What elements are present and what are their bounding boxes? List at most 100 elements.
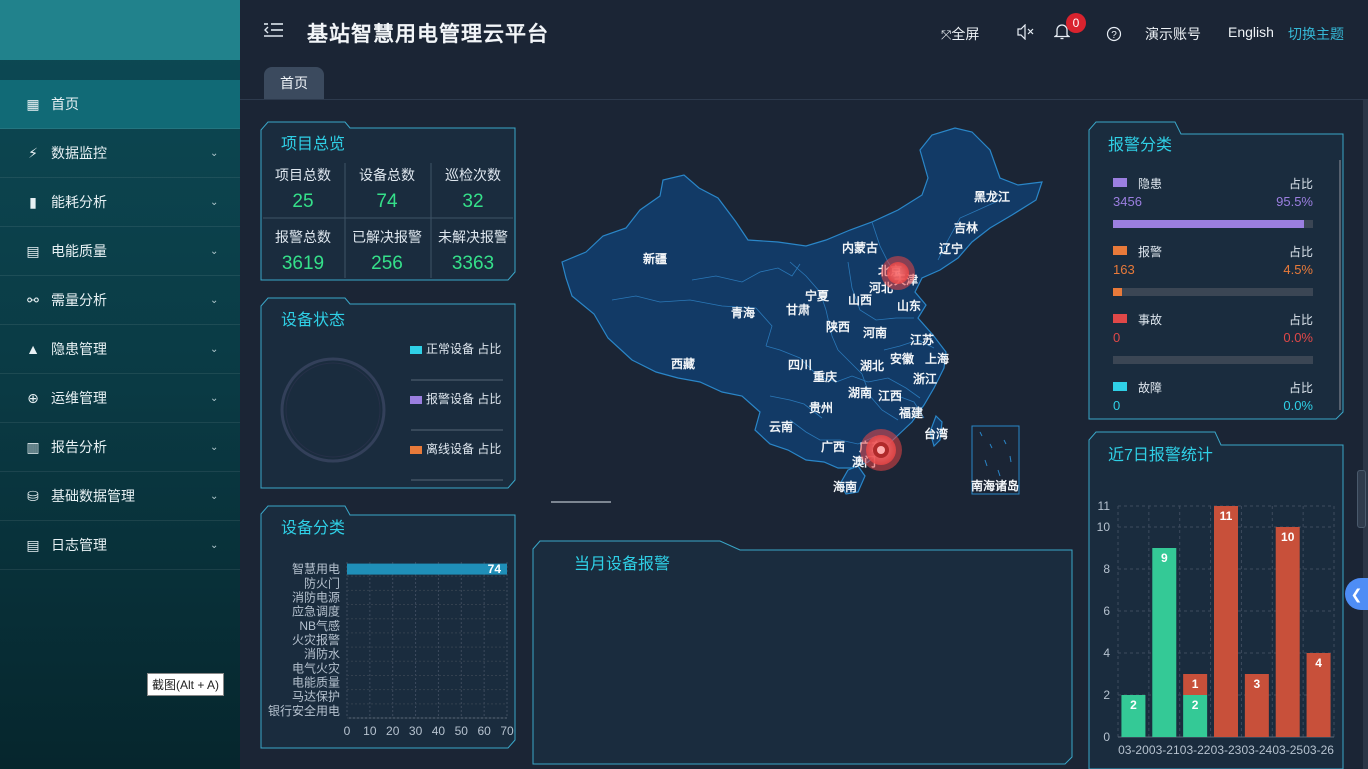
x-tick-label: 03-25 bbox=[1272, 743, 1303, 757]
bar-value-label: 9 bbox=[1161, 551, 1168, 565]
chevron-down-icon: ⌄ bbox=[210, 539, 219, 551]
sidebar-item-4[interactable]: ⚯ 需量分析 ⌄ bbox=[0, 276, 240, 325]
recent-frame bbox=[1088, 431, 1344, 769]
x-tick-label: 03-23 bbox=[1211, 743, 1242, 757]
sidebar-item-label: 运维管理 bbox=[51, 390, 107, 406]
tab-home[interactable]: 首页 bbox=[264, 67, 324, 99]
province-label: 云南 bbox=[769, 419, 793, 434]
sidebar-item-7[interactable]: ▥ 报告分析 ⌄ bbox=[0, 423, 240, 472]
stat-value: 74 bbox=[376, 191, 398, 212]
x-tick-label: 03-20 bbox=[1118, 743, 1149, 757]
province-label: 南海诸岛 bbox=[971, 478, 1019, 493]
notification-button[interactable]: 0 bbox=[1053, 13, 1086, 43]
alarm-progress-track bbox=[1113, 356, 1313, 364]
help-icon[interactable]: ? bbox=[1106, 26, 1122, 42]
stat-value: 256 bbox=[371, 253, 403, 274]
province-label: 陕西 bbox=[826, 319, 850, 334]
overview-stat: 项目总数 25 bbox=[261, 165, 345, 213]
header: 基站智慧用电管理云平台 ⤧全屏 0 ? 演示账号 English 切换主题 bbox=[240, 0, 1368, 62]
alarm-count: 0 bbox=[1113, 330, 1121, 345]
y-tick-label: 2 bbox=[1103, 688, 1110, 702]
china-map-outline bbox=[561, 127, 1043, 469]
sidebar-item-label: 需量分析 bbox=[51, 292, 107, 308]
mute-icon[interactable] bbox=[1017, 24, 1035, 40]
x-tick-label: 40 bbox=[432, 724, 446, 738]
province-label: 宁夏 bbox=[805, 288, 830, 303]
y-tick-label: 0 bbox=[1103, 730, 1110, 744]
sidebar-item-2[interactable]: ▮ 能耗分析 ⌄ bbox=[0, 178, 240, 227]
screenshot-tooltip: 截图(Alt + A) bbox=[147, 673, 225, 696]
chevron-left-icon: ❮ bbox=[1350, 586, 1363, 602]
legend-swatch bbox=[410, 445, 422, 454]
province-label: 内蒙古 bbox=[842, 240, 878, 255]
bar-value-label: 4 bbox=[1315, 656, 1322, 670]
x-tick-label: 03-21 bbox=[1149, 743, 1180, 757]
stat-label: 巡检次数 bbox=[445, 167, 501, 183]
page-scroll-thumb[interactable] bbox=[1357, 470, 1366, 528]
province-label: 上海 bbox=[925, 351, 949, 366]
bar-value-label: 10 bbox=[1281, 530, 1295, 544]
province-labels: 黑龙江吉林辽宁 内蒙古新疆北京天津河北宁夏 山西甘肃 山东 青海陕西 河南 江苏安徽 上海 西藏… bbox=[643, 189, 1019, 494]
y-tick-label: 11 bbox=[1098, 499, 1111, 513]
device-category-chart: 0 10 20 30 40 50 60 70 智慧用电 74 防火门消防电源应急调度NB气感火灾报警… bbox=[268, 561, 514, 738]
province-label: 辽宁 bbox=[939, 241, 963, 256]
category-label: 银行安全用电 bbox=[268, 703, 340, 718]
sidebar-item-label: 隐患管理 bbox=[51, 341, 107, 357]
sidebar-item-6[interactable]: ⊕ 运维管理 ⌄ bbox=[0, 374, 240, 423]
alarm-percent: 4.5% bbox=[1283, 262, 1313, 277]
sidebar-item-8[interactable]: ⛁ 基础数据管理 ⌄ bbox=[0, 472, 240, 521]
china-map bbox=[561, 127, 1043, 495]
page-scrollbar[interactable] bbox=[1363, 100, 1368, 769]
chevron-down-icon: ⌄ bbox=[210, 441, 219, 453]
database-icon: ⛁ bbox=[27, 487, 39, 504]
theme-switch[interactable]: 切换主题 bbox=[1288, 24, 1344, 44]
category-bar bbox=[347, 563, 507, 575]
tab-bar: 首页 bbox=[240, 62, 1368, 100]
province-label: 江西 bbox=[878, 388, 902, 403]
sidebar-item-5[interactable]: ▲ 隐患管理 ⌄ bbox=[0, 325, 240, 374]
globe-icon: ⊕ bbox=[27, 389, 39, 406]
home-icon: ▦ bbox=[26, 95, 40, 112]
category-label: 马达保护 bbox=[292, 690, 340, 704]
y-tick-label: 6 bbox=[1103, 604, 1110, 618]
stacked-bar-segment bbox=[1183, 695, 1208, 737]
x-tick-label: 03-26 bbox=[1303, 743, 1334, 757]
alarm-category-title: 报警分类 bbox=[1108, 137, 1173, 154]
province-label: 河北 bbox=[868, 280, 893, 295]
recent-alarm-chart: 0 2 4 6 8 10 11 03-20 2 03-21 9 03-22 2 1 03-23 11 03-24… bbox=[1097, 499, 1335, 757]
menu-fold-icon[interactable] bbox=[264, 22, 284, 38]
report-icon: ▥ bbox=[26, 438, 40, 455]
sidebar-item-1[interactable]: ⚡ 数据监控 ⌄ bbox=[0, 129, 240, 178]
category-label: 应急调度 bbox=[292, 604, 340, 619]
x-tick-label: 50 bbox=[455, 724, 469, 738]
fullscreen-button[interactable]: ⤧全屏 bbox=[941, 24, 979, 44]
alarm-percent: 95.5% bbox=[1276, 194, 1313, 209]
alarm-name: 报警 bbox=[1138, 245, 1163, 259]
sidebar-item-label: 日志管理 bbox=[51, 537, 107, 553]
alarm-progress-track bbox=[1113, 288, 1313, 296]
chevron-down-icon: ⌄ bbox=[210, 490, 219, 502]
cluster-icon: ⚯ bbox=[27, 291, 39, 308]
account-menu[interactable]: 演示账号 bbox=[1145, 24, 1201, 44]
province-label: 西藏 bbox=[671, 356, 695, 371]
x-tick-label: 03-22 bbox=[1180, 743, 1211, 757]
alarm-name: 故障 bbox=[1138, 381, 1163, 395]
legend-swatch bbox=[410, 345, 422, 354]
province-label: 山西 bbox=[848, 292, 872, 307]
alarm-ratio-label: 占比 bbox=[1288, 381, 1313, 395]
province-label: 青海 bbox=[731, 305, 755, 320]
stacked-bar-segment bbox=[1183, 674, 1208, 695]
alarm-marker[interactable] bbox=[860, 429, 902, 471]
legend-item: 正常设备 占比 bbox=[410, 340, 501, 357]
alarm-progress-fill bbox=[1113, 288, 1122, 296]
legend-label: 离线设备 占比 bbox=[426, 442, 502, 456]
language-switch[interactable]: English bbox=[1228, 24, 1274, 40]
sidebar-item-3[interactable]: ▤ 电能质量 ⌄ bbox=[0, 227, 240, 276]
sidebar-item-9[interactable]: ▤ 日志管理 ⌄ bbox=[0, 521, 240, 570]
province-label: 吉林 bbox=[954, 220, 978, 235]
province-label: 四川 bbox=[788, 358, 812, 372]
stat-value: 25 bbox=[292, 191, 314, 212]
sidebar-item-0[interactable]: ▦ 首页 bbox=[0, 80, 240, 129]
alarm-marker[interactable] bbox=[881, 256, 915, 290]
collapse-panel-button[interactable]: ❮ bbox=[1345, 578, 1368, 610]
